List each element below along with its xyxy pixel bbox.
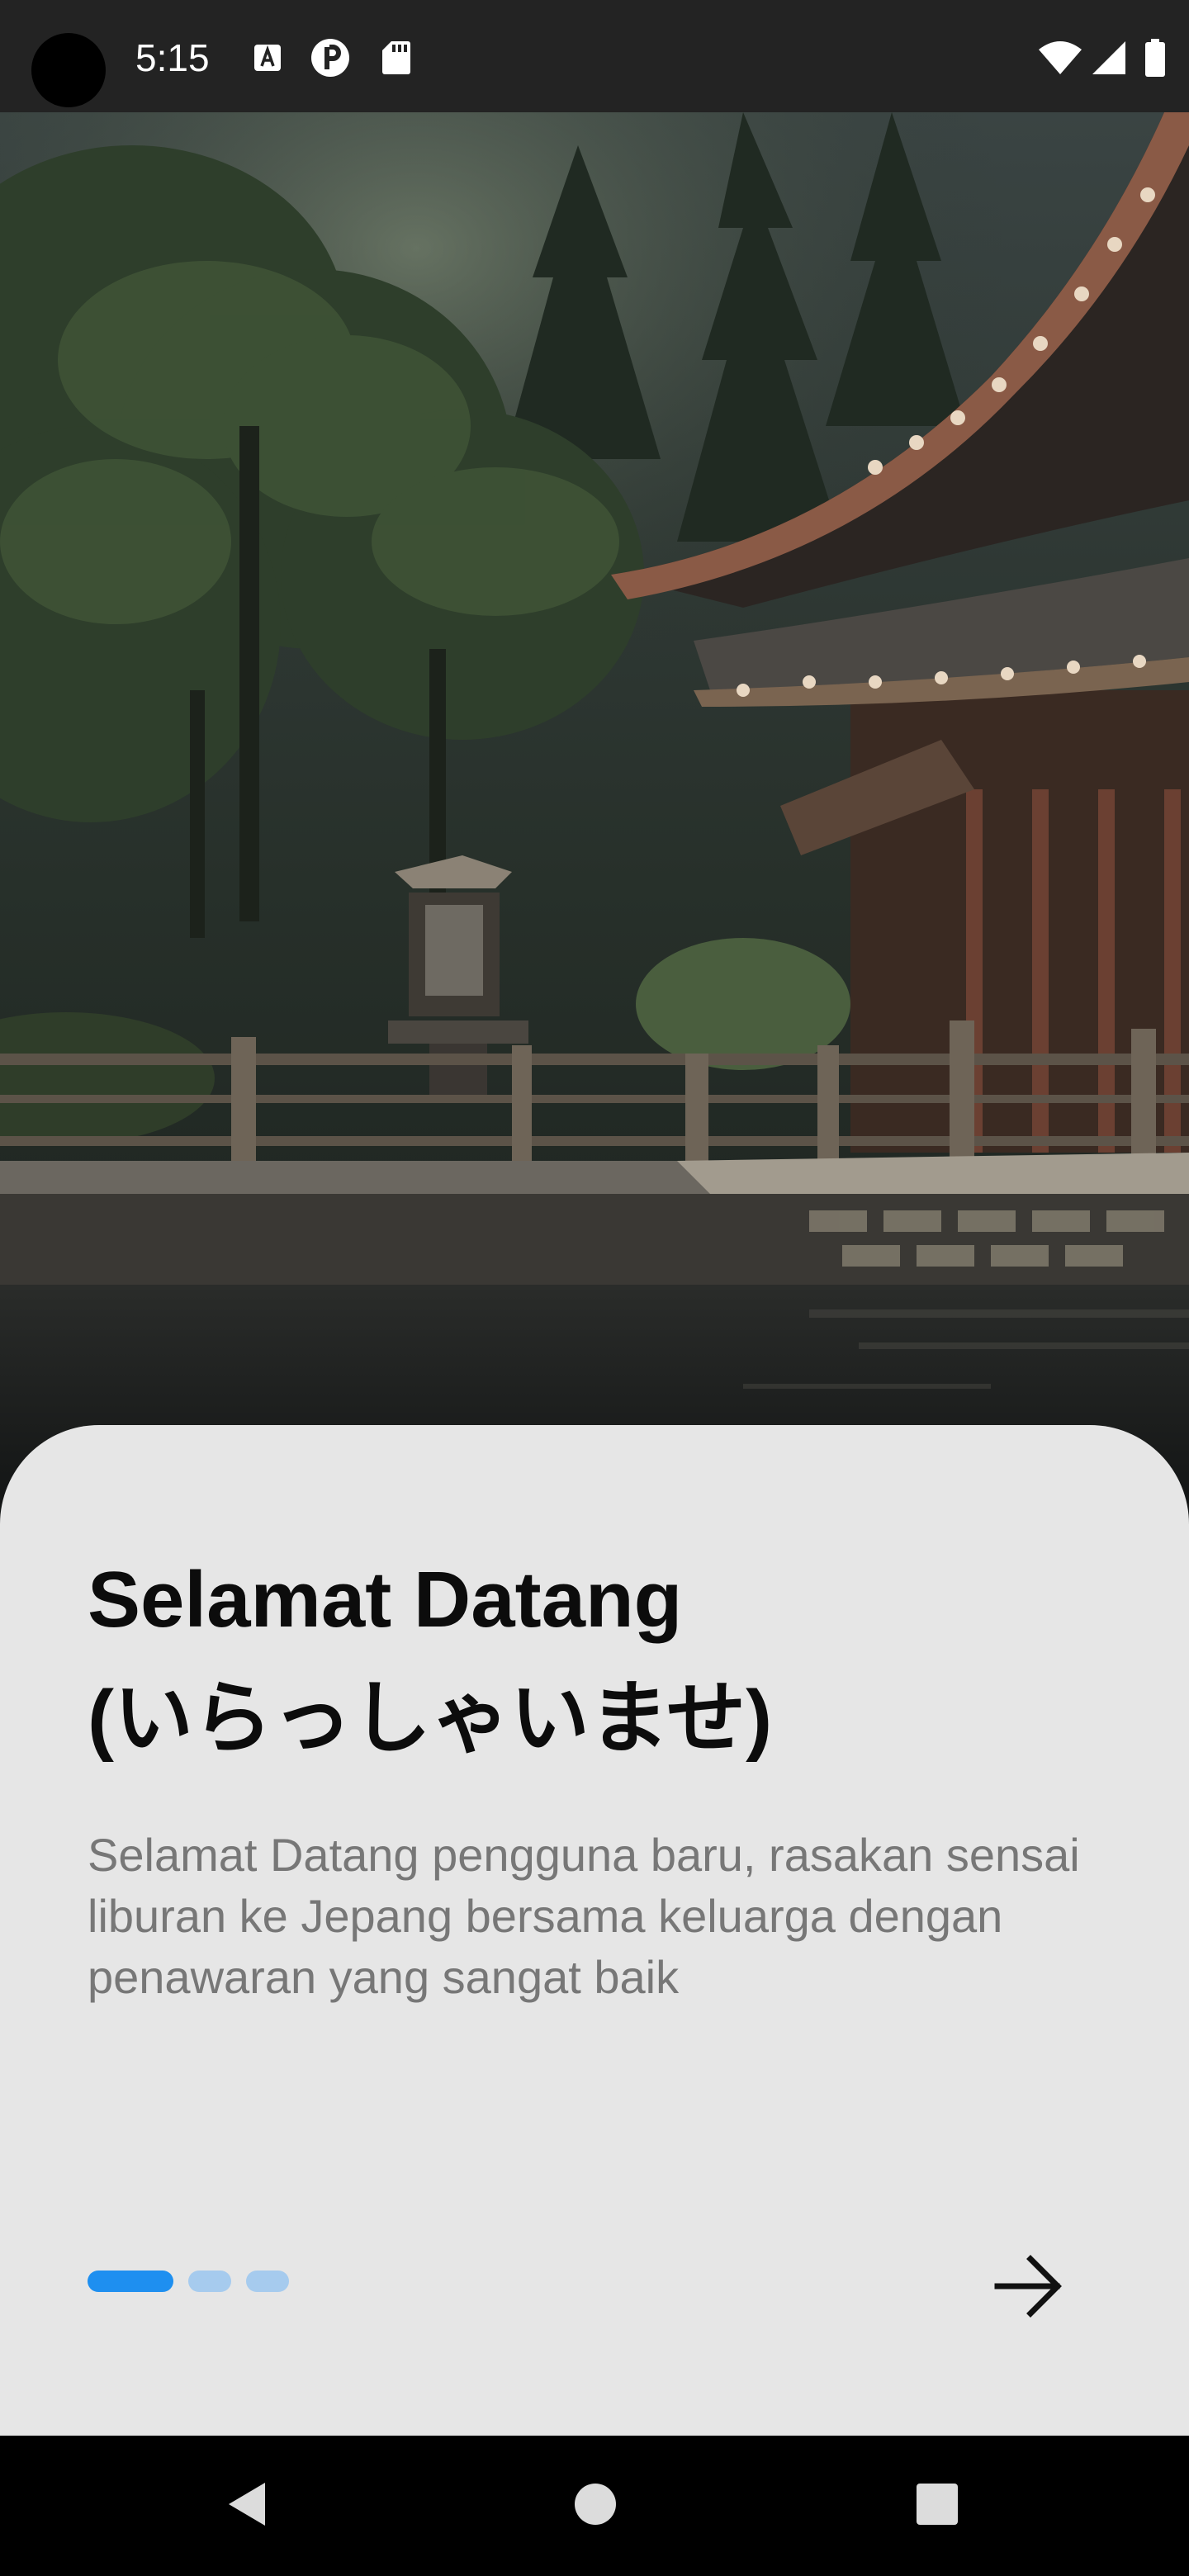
next-button[interactable] (983, 2242, 1073, 2333)
page-indicator-dot-2[interactable] (188, 2271, 231, 2292)
home-button[interactable] (558, 2469, 632, 2543)
back-icon (224, 2479, 273, 2533)
battery-icon (1143, 36, 1168, 79)
camera-cutout (31, 33, 106, 107)
status-time: 5:15 (135, 36, 210, 79)
page-indicator-dot-active[interactable] (88, 2271, 173, 2292)
title-line-2: (いらっしゃいませ) (88, 1674, 773, 1763)
status-bar: 5:15 (0, 0, 1189, 112)
recents-icon (915, 2482, 959, 2531)
arrow-right-icon (991, 2249, 1065, 2327)
recents-button[interactable] (900, 2469, 974, 2543)
onboarding-screen: 5:15 Selamat Datang (いらっしゃいませ) Selamat D… (0, 0, 1189, 2576)
wifi-icon (1037, 36, 1083, 79)
a-box-icon (249, 36, 286, 79)
onboarding-sheet: Selamat Datang (いらっしゃいませ) Selamat Datang… (0, 1425, 1189, 2436)
hero-image (0, 112, 1189, 1516)
temple-lake-illustration (0, 112, 1189, 1516)
signal-icon (1088, 36, 1130, 79)
navigation-bar (0, 2436, 1189, 2576)
onboarding-title: Selamat Datang (いらっしゃいませ) (88, 1541, 1111, 1778)
page-indicator-dot-3[interactable] (246, 2271, 289, 2292)
title-line-1: Selamat Datang (88, 1556, 683, 1644)
p-circle-icon (307, 36, 353, 79)
back-button[interactable] (211, 2469, 286, 2543)
home-icon (572, 2481, 618, 2531)
sd-card-icon (378, 36, 414, 79)
onboarding-description: Selamat Datang pengguna baru, rasakan se… (88, 1829, 1080, 2003)
